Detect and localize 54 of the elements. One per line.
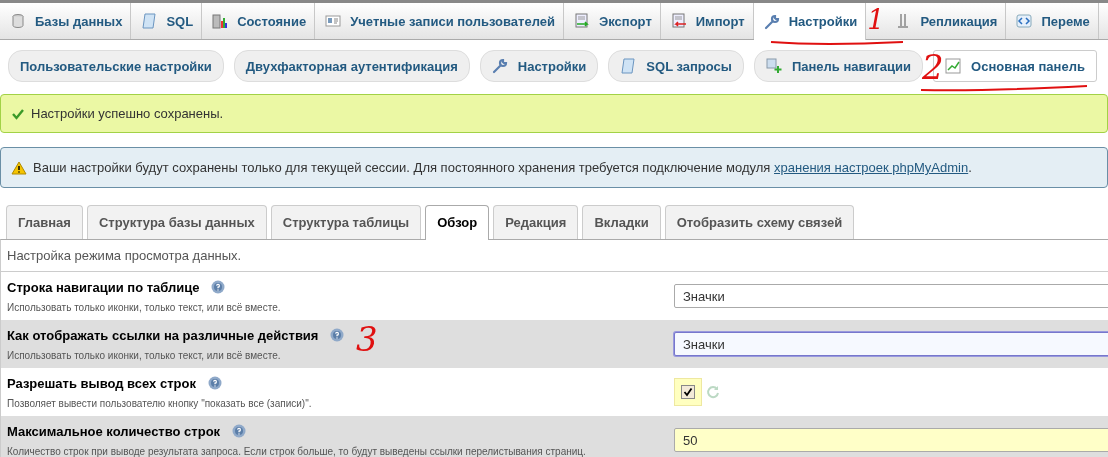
export-icon [574,13,590,29]
setting-description: Использовать только иконки, только текст, или всё вместе. [7,349,282,361]
annotation-number: 3 [356,322,378,356]
bar-chart-icon [212,13,229,29]
wrench-icon [763,13,780,30]
help-icon[interactable] [232,424,247,438]
nav-tab[interactable]: Переме [1006,3,1099,39]
code-icon [1016,13,1033,29]
success-text: Настройки успешно сохранены. [31,106,224,121]
settings-tab[interactable]: Главная [6,205,83,239]
help-icon[interactable] [330,328,345,342]
settings-tab[interactable]: Структура таблицы [270,205,422,239]
warning-icon [11,160,27,175]
number-field[interactable]: 50 [674,428,1108,452]
settings-section-button[interactable]: Двухфакторная аутентификация [233,50,470,82]
nav-tab[interactable]: SQL [131,3,203,39]
settings-tab[interactable]: Обзор [425,205,490,240]
tree-plus-icon [765,58,782,74]
select-field[interactable]: Значки [674,332,1108,356]
scroll-icon [620,58,637,74]
wrench-icon [491,58,508,74]
help-icon[interactable] [211,280,226,294]
notice-text: Ваши настройки будут сохранены только для текущей сессии. Для постоянного хранения требуется подключение модуля хранения настроек phpMyAdmin. [33,160,972,175]
setting-label: Строка навигации по таблице [7,279,200,295]
setting-label: Как отображать ссылки на различные действия [7,327,319,343]
import-icon [670,13,687,29]
panel-description: Настройка режима просмотра данных. [1,240,1108,272]
scroll-icon [141,13,158,29]
nav-tab[interactable]: Базы данных [0,3,132,39]
setting-label: Разрешать вывод всех строк [7,375,196,391]
setting-description: Позволяет вывести пользователю кнопку "показать все (записи)". [7,397,313,409]
help-icon[interactable] [207,376,222,390]
settings-section-button[interactable]: SQL запросы [608,50,744,82]
chart-icon [945,58,962,74]
select-field[interactable]: Значки [674,284,1108,308]
nav-tab[interactable]: Репликация [885,3,1007,39]
settings-tab[interactable]: Редакция [493,205,579,239]
nav-tab[interactable]: Импорт [660,3,754,39]
settings-tab[interactable]: Структура базы данных [86,205,267,239]
id-card-icon [325,13,342,29]
settings-tab[interactable]: Отобразить схему связей [664,205,855,239]
settings-section-button[interactable]: Пользовательские настройки [8,50,224,82]
settings-tab[interactable]: Вкладки [582,205,661,239]
annotation-number: 1 [867,6,885,33]
nav-tab[interactable]: Настройки [753,3,867,40]
checkbox[interactable] [681,385,695,399]
setting-description: Использовать только иконки, только текст, или всё вместе. [7,301,282,313]
setting-label: Максимальное количество строк [7,423,221,439]
settings-section-button[interactable]: Настройки [479,50,599,82]
nav-tab[interactable]: Учетные записи пользователей [315,3,564,39]
nav-tab[interactable]: Экспорт [564,3,661,39]
setting-description: Количество строк при выводе результата запроса. Если строк больше, то будут выведены ссылки перелистывания страниц. [7,445,587,457]
database-icon [10,13,26,29]
nav-tab[interactable]: Состояние [202,3,316,39]
